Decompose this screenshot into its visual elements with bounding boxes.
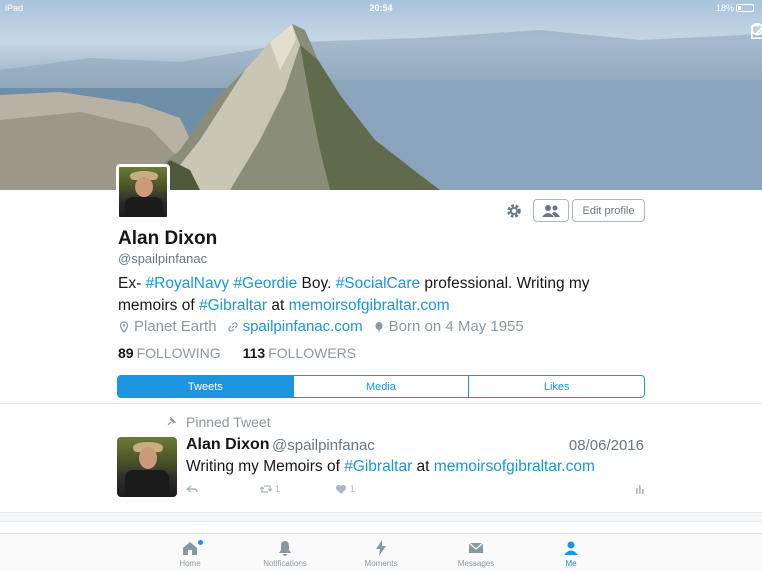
pinned-label: Pinned Tweet xyxy=(166,414,271,430)
tabbar-label: Notifications xyxy=(263,559,307,568)
birthday-text: Born on 4 May 1955 xyxy=(388,318,524,335)
clock: 20:54 xyxy=(369,3,393,13)
tweet-actions: 1 1 xyxy=(186,483,646,497)
bottom-tab-bar: Home Notifications Moments Messages Me xyxy=(0,533,762,571)
hashtag-link[interactable]: #Gibraltar xyxy=(344,458,412,475)
like-count: 1 xyxy=(350,484,356,494)
analytics-icon xyxy=(636,485,644,494)
profile-handle: @spailpinfanac xyxy=(118,251,208,266)
people-icon xyxy=(542,204,560,217)
follow-list-button[interactable] xyxy=(533,199,569,222)
tweet-text-part: Writing my Memoirs of xyxy=(186,458,345,475)
hashtag-link[interactable]: #RoyalNavy xyxy=(146,275,230,292)
location-item: Planet Earth xyxy=(118,318,217,335)
envelope-icon xyxy=(468,542,484,553)
location-pin-icon xyxy=(119,320,129,333)
tweet-author-handle: @spailpinfanac xyxy=(272,437,375,454)
tweet-url-link[interactable]: memoirsofgibraltar.com xyxy=(434,458,595,475)
tabbar-notifications[interactable]: Notifications xyxy=(245,539,325,568)
header-banner-image: iPad 20:54 18% xyxy=(0,0,762,190)
like-button[interactable]: 1 xyxy=(335,483,355,495)
follow-counts: 89 FOLLOWING 113 FOLLOWERS xyxy=(118,345,356,361)
tweet-text: Writing my Memoirs of #Gibraltar at memo… xyxy=(186,458,595,476)
hashtag-link[interactable]: #Geordie xyxy=(233,275,297,292)
reply-button[interactable] xyxy=(186,483,198,495)
heart-icon xyxy=(335,484,347,494)
status-bar: iPad 20:54 18% xyxy=(0,0,762,16)
tabbar-label: Me xyxy=(565,559,577,568)
website-link[interactable]: spailpinfanac.com xyxy=(243,318,363,335)
person-icon xyxy=(564,541,578,555)
edit-profile-button[interactable]: Edit profile xyxy=(572,199,645,222)
profile-name: Alan Dixon xyxy=(118,228,218,249)
location-text: Planet Earth xyxy=(134,318,217,335)
tab-likes[interactable]: Likes xyxy=(468,376,644,397)
bio-text: Ex- xyxy=(118,275,146,292)
timeline-gap xyxy=(0,512,762,522)
retweet-button[interactable]: 1 xyxy=(260,483,280,495)
tabbar-label: Messages xyxy=(457,559,495,568)
battery-icon xyxy=(736,4,754,12)
tweet-avatar[interactable] xyxy=(117,437,177,497)
compose-icon[interactable] xyxy=(750,22,762,40)
hashtag-link[interactable]: #SocialCare xyxy=(336,275,420,292)
link-icon xyxy=(227,321,238,332)
bio-text: at xyxy=(267,297,289,314)
retweet-count: 1 xyxy=(275,484,281,494)
tweet-text-part: at xyxy=(412,458,434,475)
following-count[interactable]: 89 FOLLOWING xyxy=(118,345,221,361)
tweet-author-name[interactable]: Alan Dixon xyxy=(186,436,270,454)
profile-meta: Planet Earth spailpinfanac.com Born on 4… xyxy=(118,318,524,335)
analytics-button[interactable] xyxy=(634,483,646,495)
gear-icon[interactable] xyxy=(505,202,523,220)
battery-percent: 18% xyxy=(715,3,734,13)
tabbar-home[interactable]: Home xyxy=(150,539,230,568)
bio-url-link[interactable]: memoirsofgibraltar.com xyxy=(289,297,450,314)
home-icon xyxy=(183,542,197,555)
birthday-item: Born on 4 May 1955 xyxy=(373,318,524,335)
followers-count[interactable]: 113 FOLLOWERS xyxy=(243,345,357,361)
battery-indicator: 18% xyxy=(716,3,754,13)
notification-dot xyxy=(198,540,203,545)
pin-icon xyxy=(167,417,176,426)
balloon-icon xyxy=(375,321,383,332)
reply-icon xyxy=(186,485,198,493)
divider xyxy=(0,403,762,404)
profile-bio: Ex- #RoyalNavy #Geordie Boy. #SocialCare… xyxy=(118,273,638,317)
pinned-text: Pinned Tweet xyxy=(186,414,271,430)
tab-tweets[interactable]: Tweets xyxy=(118,376,293,397)
tabbar-messages[interactable]: Messages xyxy=(436,539,516,568)
tab-media[interactable]: Media xyxy=(292,376,469,397)
tabbar-label: Moments xyxy=(364,559,398,568)
tabbar-label: Home xyxy=(179,559,201,568)
bio-text: Boy. xyxy=(297,275,336,292)
following-label: FOLLOWING xyxy=(136,345,221,361)
tabbar-moments[interactable]: Moments xyxy=(341,539,421,568)
following-number: 89 xyxy=(118,345,134,361)
lightning-icon xyxy=(376,540,386,556)
retweet-icon xyxy=(260,485,272,493)
followers-number: 113 xyxy=(242,345,266,361)
hashtag-link[interactable]: #Gibraltar xyxy=(199,297,267,314)
tweet-date: 08/06/2016 xyxy=(568,437,644,454)
profile-page: iPad 20:54 18% Edit profile Alan Dixon @… xyxy=(0,0,762,571)
rock-landscape xyxy=(0,24,762,190)
followers-label: FOLLOWERS xyxy=(268,345,357,361)
profile-tabs: Tweets Media Likes xyxy=(117,375,645,398)
tabbar-me[interactable]: Me xyxy=(531,539,611,568)
profile-avatar[interactable] xyxy=(116,164,170,220)
bell-icon xyxy=(279,541,291,556)
website-item[interactable]: spailpinfanac.com xyxy=(227,318,363,335)
